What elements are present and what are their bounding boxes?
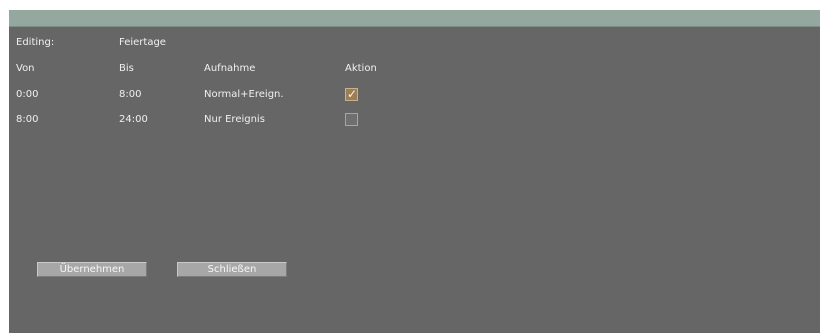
column-header-to: Bis xyxy=(119,63,134,74)
row-from-time: 0:00 xyxy=(16,89,39,100)
checkmark-icon: ✓ xyxy=(347,87,358,101)
close-button[interactable]: Schließen xyxy=(177,262,287,277)
action-checkbox[interactable] xyxy=(345,113,358,126)
action-checkbox[interactable]: ✓ xyxy=(345,87,358,101)
column-header-from: Von xyxy=(16,63,35,74)
column-header-recording: Aufnahme xyxy=(204,63,256,74)
row-to-time: 24:00 xyxy=(119,114,148,125)
title-bar xyxy=(9,10,820,27)
editing-label: Editing: xyxy=(16,37,55,48)
schedule-editor-window: Editing: Feiertage Von Bis Aufnahme Akti… xyxy=(9,10,820,333)
row-from-time: 8:00 xyxy=(16,114,39,125)
row-recording-mode: Normal+Ereign. xyxy=(204,89,284,100)
editing-value: Feiertage xyxy=(119,37,166,48)
row-recording-mode: Nur Ereignis xyxy=(204,114,265,125)
column-header-action: Aktion xyxy=(345,63,377,74)
apply-button[interactable]: Übernehmen xyxy=(37,262,147,277)
row-to-time: 8:00 xyxy=(119,89,142,100)
